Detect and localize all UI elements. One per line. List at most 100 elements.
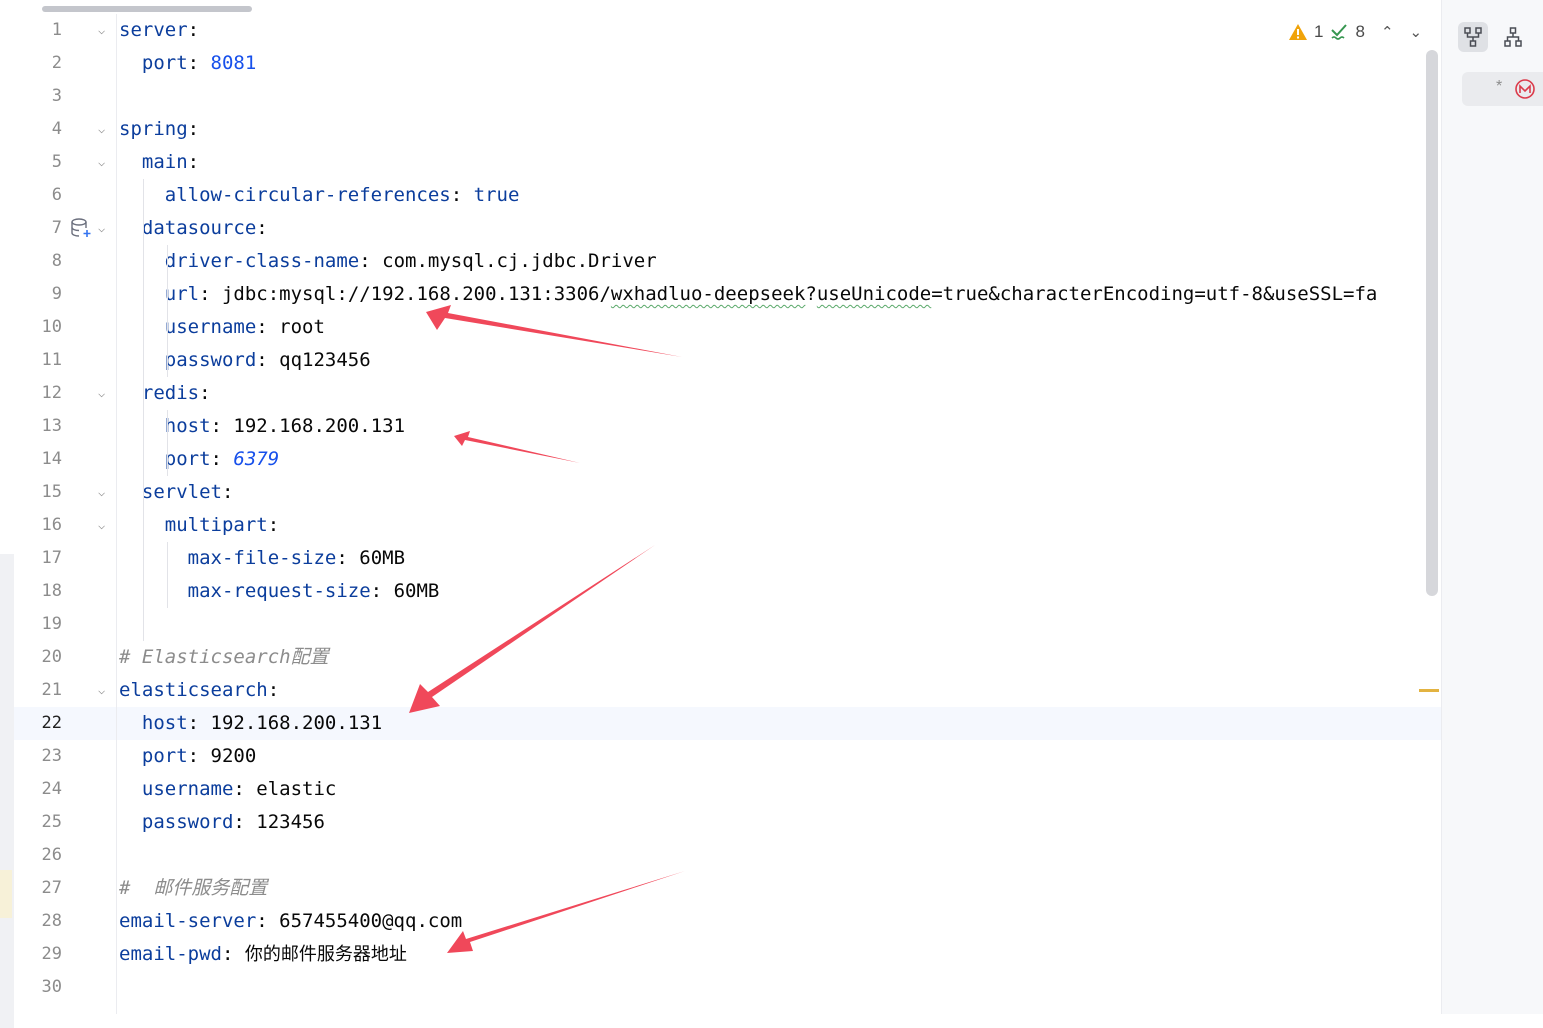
yaml-key: redis (141, 382, 200, 404)
code-line[interactable]: 26 (14, 839, 1441, 872)
fold-icon[interactable]: ⌵ (98, 221, 112, 235)
code-line[interactable]: 10 username: root (14, 311, 1441, 344)
yaml-key: host (141, 712, 188, 734)
yaml-value-url-db: wxhadluo-deepseek (610, 283, 806, 305)
yaml-key: main (141, 151, 188, 173)
code-line[interactable]: 19 (14, 608, 1441, 641)
yaml-value: 123456 (256, 811, 325, 833)
yaml-value: 6379 (233, 448, 280, 470)
line-number: 9 (51, 284, 62, 304)
chevron-up-icon[interactable]: ⌃ (1381, 23, 1394, 41)
yaml-value: qq123456 (279, 349, 371, 371)
line-number: 13 (41, 416, 62, 436)
code-line[interactable]: 6 allow-circular-references: true (14, 179, 1441, 212)
structure-button[interactable] (1458, 22, 1488, 52)
yaml-value: 60MB (359, 547, 406, 569)
fold-icon[interactable]: ⌵ (98, 683, 112, 697)
code-line[interactable]: 29 email-pwd: 你的邮件服务器地址 (14, 938, 1441, 971)
line-number: 17 (41, 548, 62, 568)
code-line[interactable]: 15 ⌵ servlet: (14, 476, 1441, 509)
code-line[interactable]: 4 ⌵ spring: (14, 113, 1441, 146)
code-line[interactable]: 25 password: 123456 (14, 806, 1441, 839)
left-edge-marker (0, 870, 12, 918)
fold-icon[interactable]: ⌵ (98, 485, 112, 499)
indent-guide (167, 245, 168, 377)
code-line[interactable]: 8 driver-class-name: com.mysql.cj.jdbc.D… (14, 245, 1441, 278)
inspection-status[interactable]: 1 8 ⌃ ⌄ (1288, 20, 1422, 44)
yaml-value-url-rest: =true&characterEncoding=utf-8&useSSL=fa (931, 283, 1378, 305)
code-line[interactable]: 9 url: jdbc:mysql://192.168.200.131:3306… (14, 278, 1441, 311)
vertical-scrollbar-thumb[interactable] (1426, 50, 1438, 596)
code-editor[interactable]: 1 ⌵ server: 2 port: 8081 3 4 ⌵ spring: 5 ⌵ ma… (14, 14, 1441, 1014)
code-line[interactable]: 16 ⌵ multipart: (14, 509, 1441, 542)
yaml-key: max-request-size (187, 580, 371, 602)
code-line[interactable]: 23 port: 9200 (14, 740, 1441, 773)
line-number: 29 (41, 944, 62, 964)
database-icon[interactable] (70, 218, 94, 238)
line-number: 1 (51, 20, 62, 40)
fold-icon[interactable]: ⌵ (98, 386, 112, 400)
yaml-key: datasource (141, 217, 257, 239)
yaml-key: host (164, 415, 211, 437)
fold-icon[interactable]: ⌵ (98, 518, 112, 532)
line-number: 4 (51, 119, 62, 139)
horizontal-scrollbar[interactable] (0, 0, 1440, 14)
code-line[interactable]: 7 ⌵ datasource: (14, 212, 1441, 245)
maven-tab[interactable]: * (1462, 72, 1543, 106)
code-line[interactable]: 20 # Elasticsearch配置 (14, 641, 1441, 674)
line-number: 20 (41, 647, 62, 667)
yaml-value-url-param: useUnicode (816, 283, 932, 305)
chevron-down-icon[interactable]: ⌄ (1410, 23, 1423, 41)
gutter-separator (116, 14, 117, 1014)
line-number: 22 (41, 713, 62, 733)
code-line[interactable]: 11 password: qq123456 (14, 344, 1441, 377)
code-line[interactable]: 2 port: 8081 (14, 47, 1441, 80)
code-line[interactable]: 12 ⌵ redis: (14, 377, 1441, 410)
line-number: 2 (51, 53, 62, 73)
indent-guide (167, 542, 168, 608)
code-line[interactable]: 28 email-server: 657455400@qq.com (14, 905, 1441, 938)
yaml-value: 9200 (210, 745, 257, 767)
yaml-key: multipart (164, 514, 268, 536)
code-line[interactable]: 17 max-file-size: 60MB (14, 542, 1441, 575)
yaml-value: 你的邮件服务器地址 (244, 944, 407, 965)
code-line[interactable]: 3 (14, 80, 1441, 113)
code-comment: # 邮件服务配置 (119, 877, 268, 899)
line-number: 8 (51, 251, 62, 271)
code-line[interactable]: 24 username: elastic (14, 773, 1441, 806)
yaml-key: username (164, 316, 257, 338)
line-number: 23 (41, 746, 62, 766)
line-number: 30 (41, 977, 62, 997)
code-line[interactable]: 30 (14, 971, 1441, 1004)
fold-icon[interactable]: ⌵ (98, 23, 112, 37)
code-line[interactable]: 27 # 邮件服务配置 (14, 872, 1441, 905)
warning-count: 1 (1314, 22, 1324, 41)
check-count: 8 (1355, 22, 1365, 41)
yaml-value: com.mysql.cj.jdbc.Driver (382, 250, 657, 272)
fold-icon[interactable]: ⌵ (98, 122, 112, 136)
warning-icon (1289, 24, 1307, 40)
hierarchy-button[interactable] (1498, 22, 1528, 52)
yaml-key: password (141, 811, 234, 833)
scrollbar-warning-marker[interactable] (1419, 689, 1439, 692)
line-number: 3 (51, 86, 62, 106)
yaml-key: elasticsearch (119, 679, 268, 701)
code-line-current[interactable]: 22 host: 192.168.200.131 (14, 707, 1441, 740)
code-line[interactable]: 18 max-request-size: 60MB (14, 575, 1441, 608)
line-number: 25 (41, 812, 62, 832)
code-line[interactable]: 13 host: 192.168.200.131 (14, 410, 1441, 443)
line-number: 27 (41, 878, 62, 898)
horizontal-scrollbar-thumb[interactable] (42, 6, 252, 12)
code-line[interactable]: 1 ⌵ server: (14, 14, 1441, 47)
yaml-key: username (141, 778, 234, 800)
left-edge-selection (0, 554, 14, 1028)
line-number: 15 (41, 482, 62, 502)
code-line[interactable]: 5 ⌵ main: (14, 146, 1441, 179)
yaml-key: servlet (141, 481, 222, 503)
yaml-value: root (279, 316, 325, 338)
fold-icon[interactable]: ⌵ (98, 155, 112, 169)
line-number: 6 (51, 185, 62, 205)
code-line[interactable]: 14 port: 6379 (14, 443, 1441, 476)
code-line[interactable]: 21 ⌵ elasticsearch: (14, 674, 1441, 707)
yaml-key: password (164, 349, 257, 371)
